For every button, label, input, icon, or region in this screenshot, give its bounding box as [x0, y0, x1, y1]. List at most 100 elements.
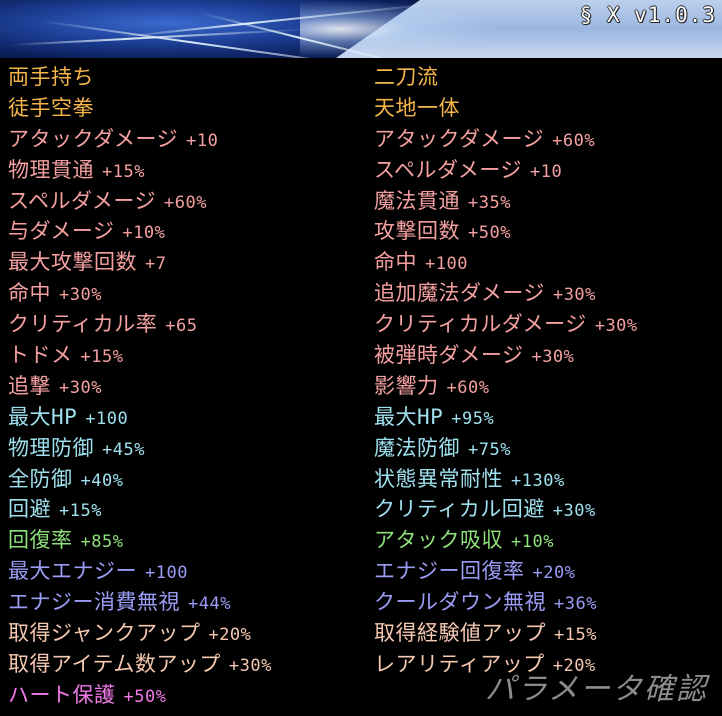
parameter-row: 被弾時ダメージ +30%	[374, 340, 722, 371]
parameter-value: +30%	[552, 501, 596, 522]
parameter-value: +15%	[80, 347, 124, 368]
parameter-label: スペルダメージ	[8, 188, 156, 213]
left-parameter-column: 両手持ち 徒手空拳 アタックダメージ +10 物理貫通 +15% スペルダメージ +60% 与ダ…	[8, 62, 368, 711]
parameter-row: 攻撃回数 +50%	[374, 216, 722, 247]
parameter-label: クリティカル回避	[374, 497, 545, 522]
parameter-row: クリティカル率 +65	[8, 309, 368, 340]
parameter-row: 二刀流	[374, 62, 722, 93]
parameter-value: +60%	[446, 377, 490, 398]
parameter-row: ハート保護 +50%	[8, 680, 368, 711]
parameter-label: エナジー回復率	[374, 559, 525, 584]
parameter-value: +45%	[102, 439, 145, 460]
parameter-label: 命中	[8, 281, 51, 306]
parameter-label: 天地一体	[374, 95, 460, 120]
parameter-value: +10%	[511, 532, 554, 553]
parameter-value: +30%	[531, 347, 575, 368]
header-banner: § X v1.0.3	[0, 0, 722, 58]
parameter-label: 物理防御	[8, 435, 94, 460]
parameter-row: クリティカル回避 +30%	[374, 494, 722, 525]
parameter-row: 魔法防御 +75%	[374, 433, 722, 464]
parameter-label: 取得ジャンクアップ	[8, 621, 201, 646]
parameter-row: トドメ +15%	[8, 340, 368, 371]
parameter-label: 取得アイテム数アップ	[8, 651, 221, 676]
parameter-row: 全防御 +40%	[8, 464, 368, 495]
parameter-row: 取得アイテム数アップ +30%	[8, 649, 368, 680]
parameter-label: 回復率	[8, 528, 73, 553]
parameter-value: +60%	[163, 192, 207, 213]
parameter-value: +15%	[59, 501, 102, 522]
parameter-value: +50%	[468, 223, 511, 244]
parameter-value: +100	[85, 408, 129, 429]
parameter-value: +75%	[468, 439, 511, 460]
parameter-value: +44%	[188, 594, 231, 615]
parameter-row: エナジー回復率 +20%	[374, 556, 722, 587]
parameter-label: クリティカルダメージ	[374, 312, 587, 337]
parameter-value: +100	[425, 254, 468, 275]
parameter-label: 攻撃回数	[374, 219, 460, 244]
parameter-value: +35%	[468, 192, 511, 213]
parameter-label: スペルダメージ	[374, 157, 522, 182]
parameter-value: +10	[186, 130, 219, 151]
parameter-label: 最大HP	[374, 404, 444, 429]
parameter-label: 魔法貫通	[374, 188, 460, 213]
parameter-row: 影響力 +60%	[374, 371, 722, 402]
parameter-row: 最大エナジー +100	[8, 556, 368, 587]
parameter-value: +20%	[532, 563, 576, 584]
parameter-value: +100	[145, 563, 188, 584]
right-parameter-column: 二刀流天地一体アタックダメージ +60% スペルダメージ +10 魔法貫通 +35% 攻撃回…	[374, 62, 722, 680]
parameter-value: +36%	[554, 594, 597, 615]
parameter-row: アタックダメージ +60%	[374, 124, 722, 155]
parameter-value: +30%	[552, 285, 596, 306]
parameter-label: 追撃	[8, 373, 51, 398]
parameter-value: +60%	[552, 130, 596, 151]
parameter-row: 追撃 +30%	[8, 371, 368, 402]
parameter-row: 最大攻撃回数 +7	[8, 247, 368, 278]
parameter-value: +7	[145, 254, 167, 275]
parameter-row: クリティカルダメージ +30%	[374, 309, 722, 340]
parameter-value: +50%	[123, 686, 167, 707]
parameter-label: 二刀流	[374, 65, 439, 89]
parameter-label: 最大エナジー	[8, 559, 137, 584]
parameter-label: クリティカル率	[8, 312, 158, 337]
parameter-label: 追加魔法ダメージ	[374, 281, 545, 306]
parameter-label: 魔法防御	[374, 435, 460, 460]
parameter-row: 物理防御 +45%	[8, 433, 368, 464]
parameter-label: 最大HP	[8, 404, 78, 429]
parameter-label: ハート保護	[8, 682, 116, 707]
parameter-row: 徒手空拳	[8, 93, 368, 124]
parameter-row: 物理貫通 +15%	[8, 155, 368, 186]
parameter-label: エナジー消費無視	[8, 590, 180, 615]
parameter-row: 状態異常耐性 +130%	[374, 464, 722, 495]
parameter-row: スペルダメージ +60%	[8, 186, 368, 217]
parameter-value: +30%	[228, 655, 272, 676]
parameter-value: +95%	[451, 408, 495, 429]
parameter-check-watermark: パラメータ確認	[484, 672, 708, 707]
parameter-value: +15%	[554, 625, 597, 646]
parameter-label: アタックダメージ	[8, 126, 179, 151]
parameter-row: アタックダメージ +10	[8, 124, 368, 155]
parameter-value: +30%	[59, 285, 102, 306]
parameter-label: 回避	[8, 497, 51, 522]
banner-glow	[300, 0, 500, 58]
parameter-value: +85%	[80, 532, 124, 553]
parameter-value: +10	[529, 161, 563, 182]
parameter-row: 最大HP +100	[8, 402, 368, 433]
parameter-row: 命中 +30%	[8, 278, 368, 309]
parameter-value: +20%	[208, 625, 252, 646]
parameter-row: 両手持ち	[8, 62, 368, 93]
parameter-label: 物理貫通	[8, 157, 94, 182]
parameter-label: クールダウン無視	[374, 590, 546, 615]
parameter-value: +65	[165, 316, 198, 337]
parameter-row: 回復率 +85%	[8, 525, 368, 556]
parameter-panel: 両手持ち 徒手空拳 アタックダメージ +10 物理貫通 +15% スペルダメージ +60% 与ダ…	[0, 58, 722, 716]
parameter-label: 与ダメージ	[8, 219, 115, 244]
parameter-row: 天地一体	[374, 93, 722, 124]
parameter-row: 取得経験値アップ +15%	[374, 618, 722, 649]
parameter-label: 影響力	[374, 373, 439, 398]
parameter-label: トドメ	[8, 343, 73, 368]
parameter-value: +130%	[511, 470, 565, 491]
version-label: § X v1.0.3	[579, 3, 716, 27]
parameter-row: 最大HP +95%	[374, 402, 722, 433]
parameter-value: +10%	[122, 223, 166, 244]
parameter-label: 徒手空拳	[8, 95, 94, 120]
